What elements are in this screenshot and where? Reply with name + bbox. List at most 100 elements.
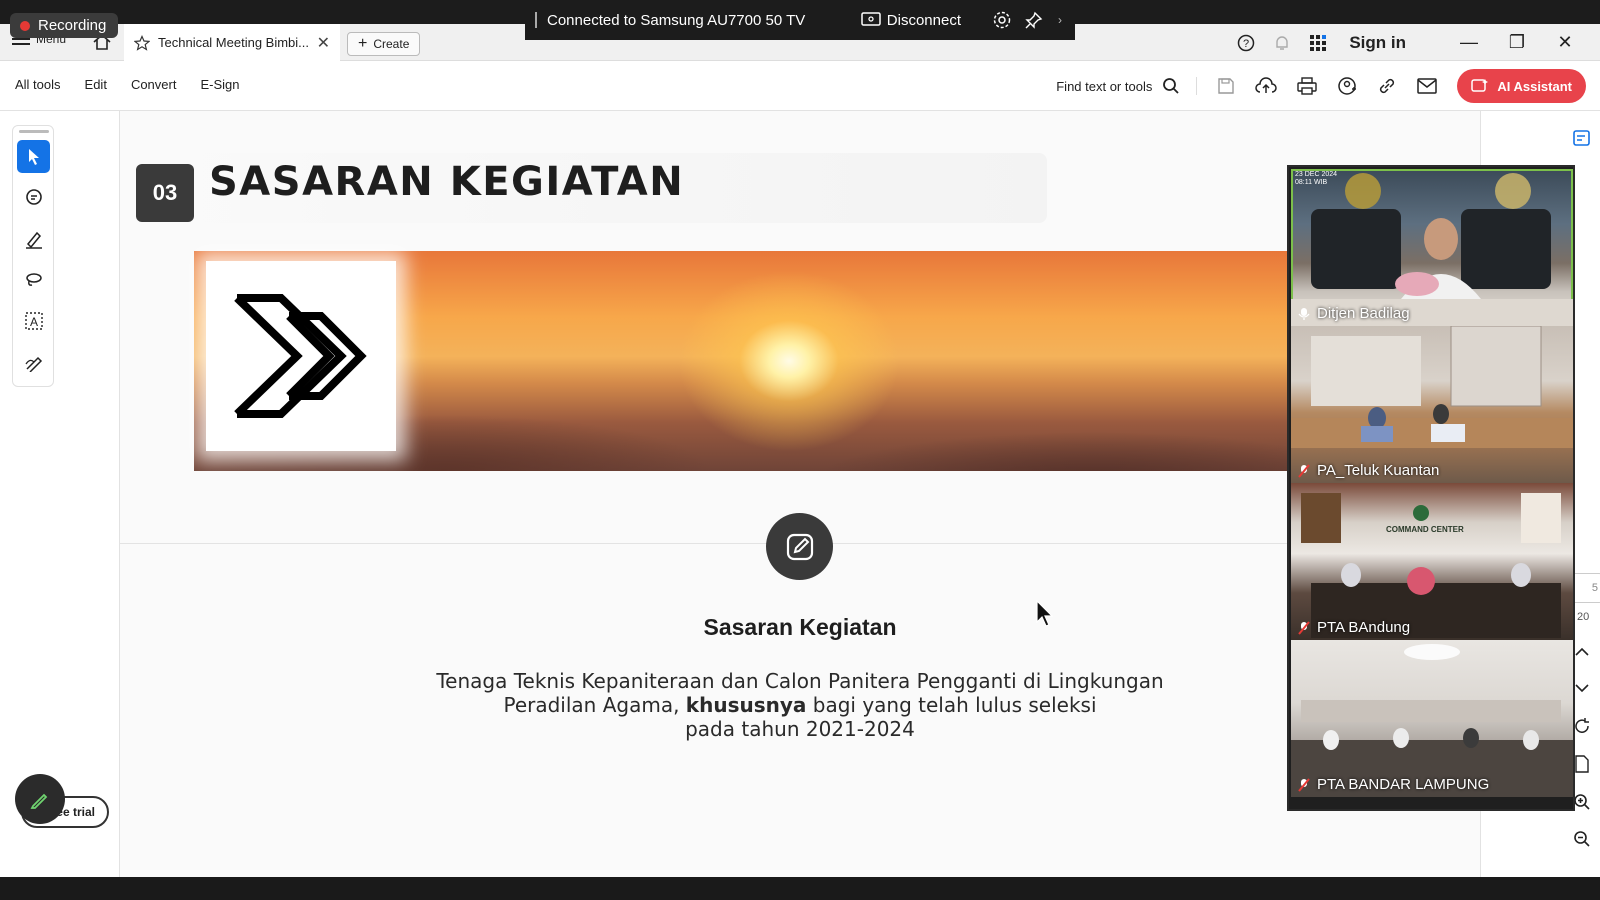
desc-line-2-a: Peradilan Agama, (503, 693, 686, 717)
tab-row-right: ? Sign in — ❐ ✕ (1237, 24, 1600, 61)
video-tile-4[interactable]: PTA BANDAR LAMPUNG (1291, 640, 1573, 797)
edit-square-icon (766, 513, 833, 580)
participant-label-4: PTA BANDAR LAMPUNG (1317, 776, 1490, 793)
chevron-logo (206, 261, 396, 451)
gear-icon[interactable] (991, 9, 1013, 31)
cast-icon (861, 12, 881, 26)
video-timestamp: 23 DEC 2024 08:11 WIB (1295, 171, 1337, 187)
cast-bar: Connected to Samsung AU7700 50 TV Discon… (525, 0, 1075, 40)
command-center-video-frame (1301, 493, 1561, 638)
tool-row-right: Find text or tools AI Assistant (1056, 69, 1586, 103)
desc-line-2-bold: khususnya (685, 693, 807, 717)
section-number-badge: 03 (136, 164, 194, 222)
mail-icon[interactable] (1417, 78, 1438, 94)
pin-icon[interactable] (1023, 9, 1045, 31)
participant-name-2: PA_Teluk Kuantan (1297, 462, 1439, 479)
double-chevron-icon (234, 294, 367, 418)
restore-icon[interactable]: ❐ (1502, 32, 1532, 53)
tool-row: All tools Edit Convert E-Sign Find text … (0, 61, 1600, 111)
desc-line-1: Tenaga Teknis Kepaniteraan dan Calon Pan… (436, 669, 1164, 693)
participant-name-1: Ditjen Badilag (1297, 305, 1410, 322)
pin-speaker-icon (1297, 307, 1311, 321)
close-tab-icon[interactable]: ✕ (317, 33, 330, 53)
muted-mic-icon (1297, 620, 1311, 635)
cast-status: Connected to Samsung AU7700 50 TV (547, 11, 806, 29)
top-menu: All tools Edit Convert E-Sign (15, 77, 240, 92)
sign-tool-icon[interactable] (17, 345, 50, 378)
video-tile-1[interactable]: 23 DEC 2024 08:11 WIB Ditjen Badilag (1291, 169, 1573, 326)
speaker-video-frame (1291, 173, 1573, 326)
recording-indicator[interactable]: Recording (10, 13, 119, 38)
plus-icon: + (358, 35, 368, 52)
menu-esign[interactable]: E-Sign (200, 77, 239, 92)
desc-line-2-b: bagi yang telah lulus seleksi (806, 693, 1097, 717)
find-text-search[interactable]: Find text or tools (1056, 77, 1198, 95)
ai-sparkle-icon (1471, 79, 1489, 92)
ai-assistant-button[interactable]: AI Assistant (1457, 69, 1586, 103)
video-date: 23 DEC 2024 (1295, 171, 1338, 178)
help-icon[interactable]: ? (1237, 34, 1255, 52)
minimize-icon[interactable]: — (1454, 32, 1484, 53)
sign-in-button[interactable]: Sign in (1349, 33, 1406, 53)
edit-pen-button[interactable] (15, 774, 65, 824)
cast-drag-handle[interactable] (535, 12, 537, 28)
menu-edit[interactable]: Edit (85, 77, 107, 92)
ai-assistant-label: AI Assistant (1497, 78, 1572, 94)
search-icon (1163, 78, 1179, 94)
disconnect-label: Disconnect (886, 11, 961, 29)
comments-panel-icon[interactable] (1571, 127, 1593, 149)
zoom-out-icon[interactable] (1571, 828, 1593, 850)
recording-label: Recording (38, 17, 107, 34)
toolbox-grip[interactable] (19, 130, 49, 133)
participant-name-4: PTA BANDAR LAMPUNG (1297, 776, 1489, 793)
select-tool-icon[interactable] (17, 140, 50, 173)
command-center-sign: COMMAND CENTER (1386, 525, 1464, 534)
upload-cloud-icon[interactable] (1255, 77, 1278, 95)
draw-lasso-icon[interactable] (17, 263, 50, 296)
text-box-icon[interactable]: A (17, 304, 50, 337)
svg-text:?: ? (1243, 38, 1249, 50)
muted-mic-icon (1297, 463, 1311, 478)
bell-icon[interactable] (1273, 34, 1291, 52)
participant-label-2: PA_Teluk Kuantan (1317, 462, 1440, 479)
star-icon[interactable] (134, 34, 150, 51)
document-tab[interactable]: Technical Meeting Bimbi... ✕ (124, 24, 340, 61)
create-button[interactable]: + Create (347, 32, 421, 56)
print-icon[interactable] (1297, 77, 1318, 95)
participant-label-3: PTA BAndung (1317, 619, 1411, 636)
video-time: 08:11 WIB (1295, 179, 1328, 186)
svg-text:A: A (29, 315, 37, 329)
link-icon[interactable] (1377, 76, 1397, 96)
muted-mic-icon (1297, 777, 1311, 792)
share-user-icon[interactable] (1337, 76, 1357, 96)
disconnect-button[interactable]: Disconnect (861, 12, 961, 29)
meeting-room-video-frame (1291, 644, 1573, 797)
document-canvas[interactable]: 03 SASARAN KEGIATAN Sasaran Kegiatan Ten… (120, 111, 1480, 877)
comment-tool-icon[interactable] (17, 181, 50, 214)
apps-grid-icon[interactable] (1309, 34, 1327, 52)
record-dot-icon (20, 20, 30, 31)
page-total: 20 (1577, 611, 1590, 623)
document-tab-title: Technical Meeting Bimbi... (158, 35, 309, 50)
desc-line-3: pada tahun 2021-2024 (685, 717, 915, 741)
menu-all-tools[interactable]: All tools (15, 77, 61, 92)
close-window-icon[interactable]: ✕ (1550, 32, 1580, 53)
highlight-tool-icon[interactable] (17, 222, 50, 255)
find-placeholder: Find text or tools (1056, 78, 1153, 94)
video-tile-3[interactable]: COMMAND CENTER PTA BAndung (1291, 483, 1573, 640)
save-icon[interactable] (1217, 77, 1235, 95)
chevron-right-icon[interactable]: › (1055, 9, 1065, 31)
video-tiles-panel: 23 DEC 2024 08:11 WIB Ditjen Badilag PA_T… (1287, 165, 1575, 811)
participant-label-1: Ditjen Badilag (1317, 305, 1410, 322)
mouse-cursor-icon (1036, 600, 1054, 627)
screen: Recording Connected to Samsung AU7700 50… (0, 0, 1600, 900)
slide-title: SASARAN KEGIATAN (209, 159, 685, 205)
section-subtitle: Sasaran Kegiatan (703, 614, 897, 640)
menu-convert[interactable]: Convert (131, 77, 177, 92)
section-description: Tenaga Teknis Kepaniteraan dan Calon Pan… (120, 669, 1480, 741)
participant-name-3: PTA BAndung (1297, 619, 1410, 636)
video-tile-2[interactable]: PA_Teluk Kuantan (1291, 326, 1573, 483)
desc-line-2: Peradilan Agama, khususnya bagi yang tel… (120, 693, 1480, 717)
create-label: Create (373, 37, 410, 51)
quick-tools: A (12, 125, 54, 387)
